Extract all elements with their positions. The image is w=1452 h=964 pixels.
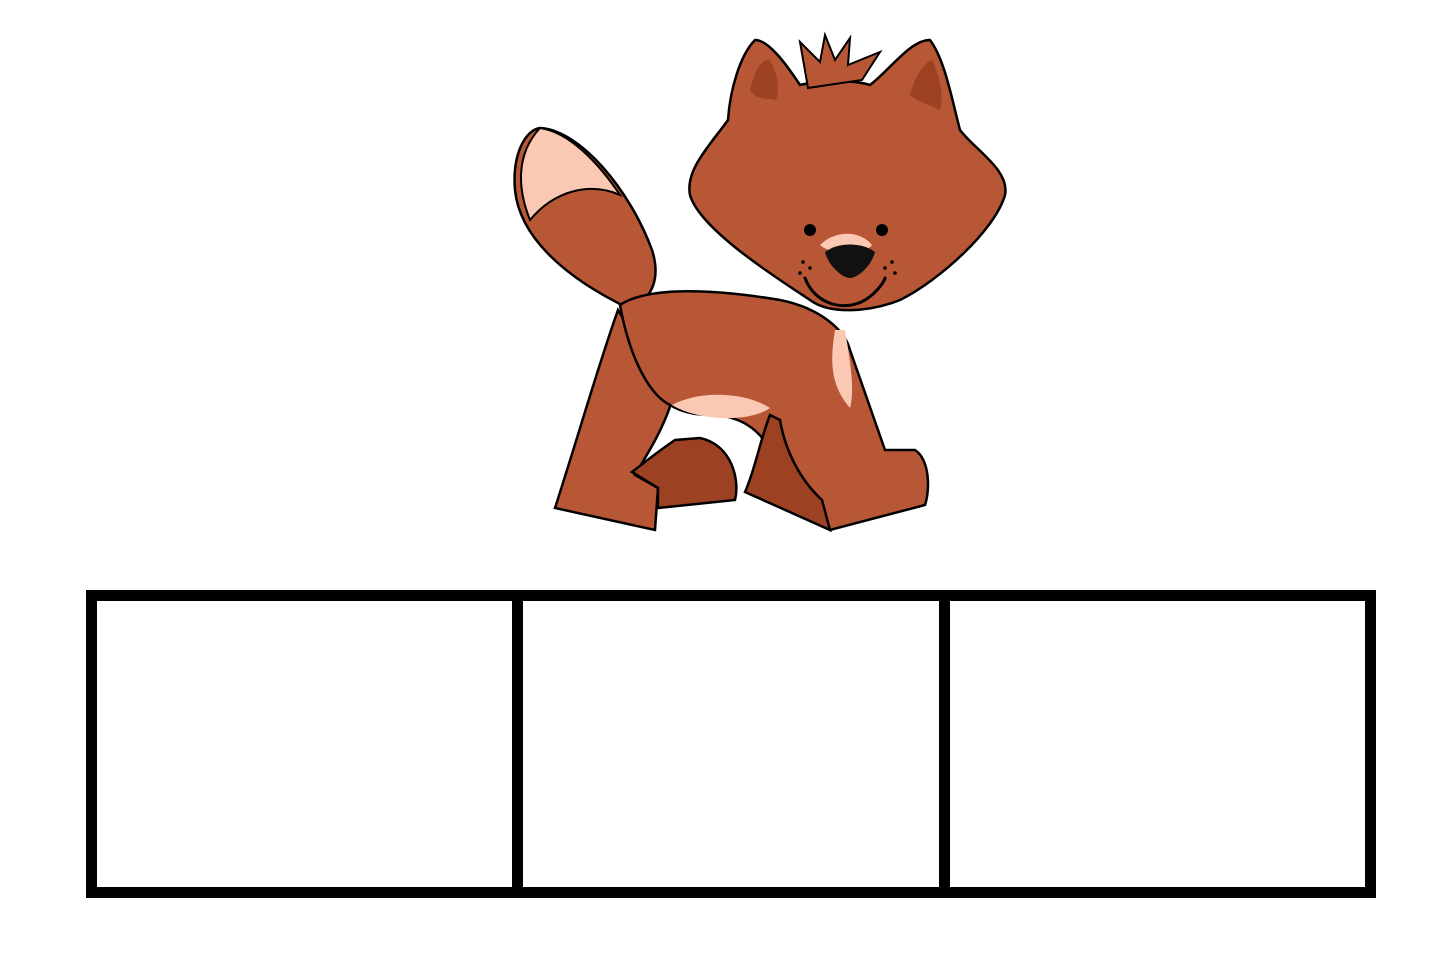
sound-box-1[interactable] <box>86 590 524 898</box>
sound-box-3[interactable] <box>938 590 1376 898</box>
fox-icon <box>513 31 1007 533</box>
fox-freckle <box>808 266 812 270</box>
fox-eye-left <box>804 224 816 236</box>
fox-freckle <box>893 271 897 275</box>
fox-illustration <box>500 30 1020 540</box>
sound-box-2[interactable] <box>512 590 950 898</box>
fox-freckle <box>890 260 894 264</box>
sound-boxes <box>86 590 1376 898</box>
fox-freckle <box>798 271 802 275</box>
fox-freckle <box>801 260 805 264</box>
fox-tuft <box>798 31 883 90</box>
fox-freckle <box>883 266 887 270</box>
fox-eye-right <box>876 224 888 236</box>
